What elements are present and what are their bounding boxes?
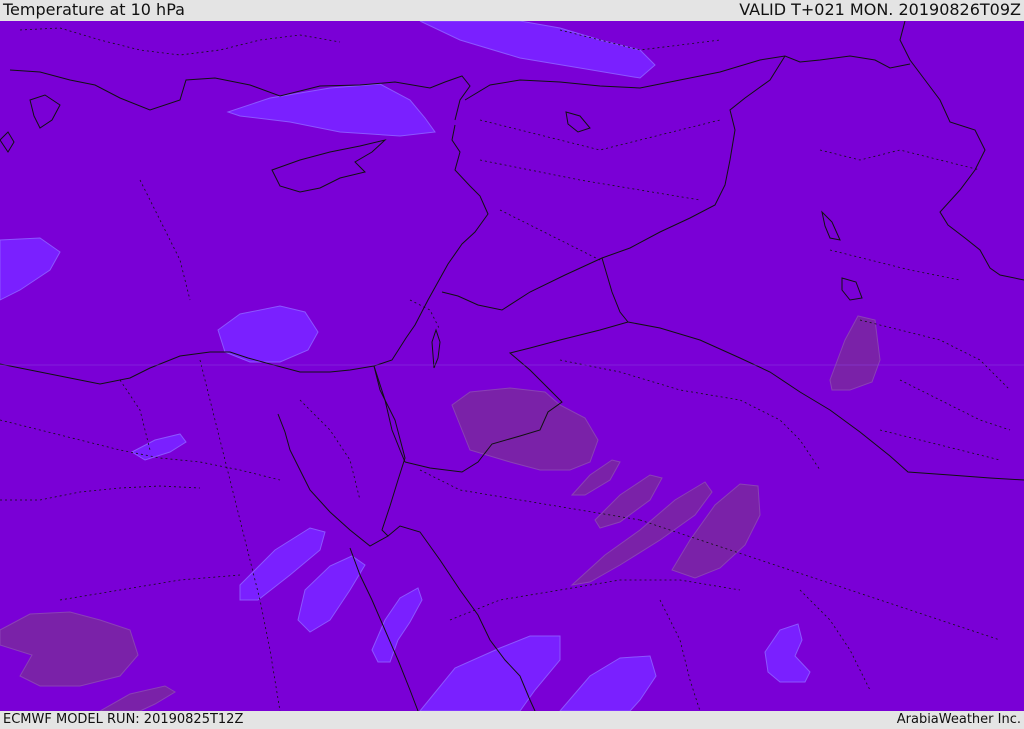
credit: ArabiaWeather Inc. — [896, 712, 1021, 727]
map-footer: ECMWF MODEL RUN: 20190825T12Z ArabiaWeat… — [0, 711, 1024, 729]
map-title: Temperature at 10 hPa — [3, 0, 185, 19]
model-run: ECMWF MODEL RUN: 20190825T12Z — [3, 712, 244, 727]
map-canvas — [0, 21, 1024, 711]
weather-map[interactable] — [0, 21, 1024, 711]
valid-time: VALID T+021 MON. 20190826T09Z — [739, 0, 1021, 19]
map-header: Temperature at 10 hPa VALID T+021 MON. 2… — [0, 0, 1024, 21]
